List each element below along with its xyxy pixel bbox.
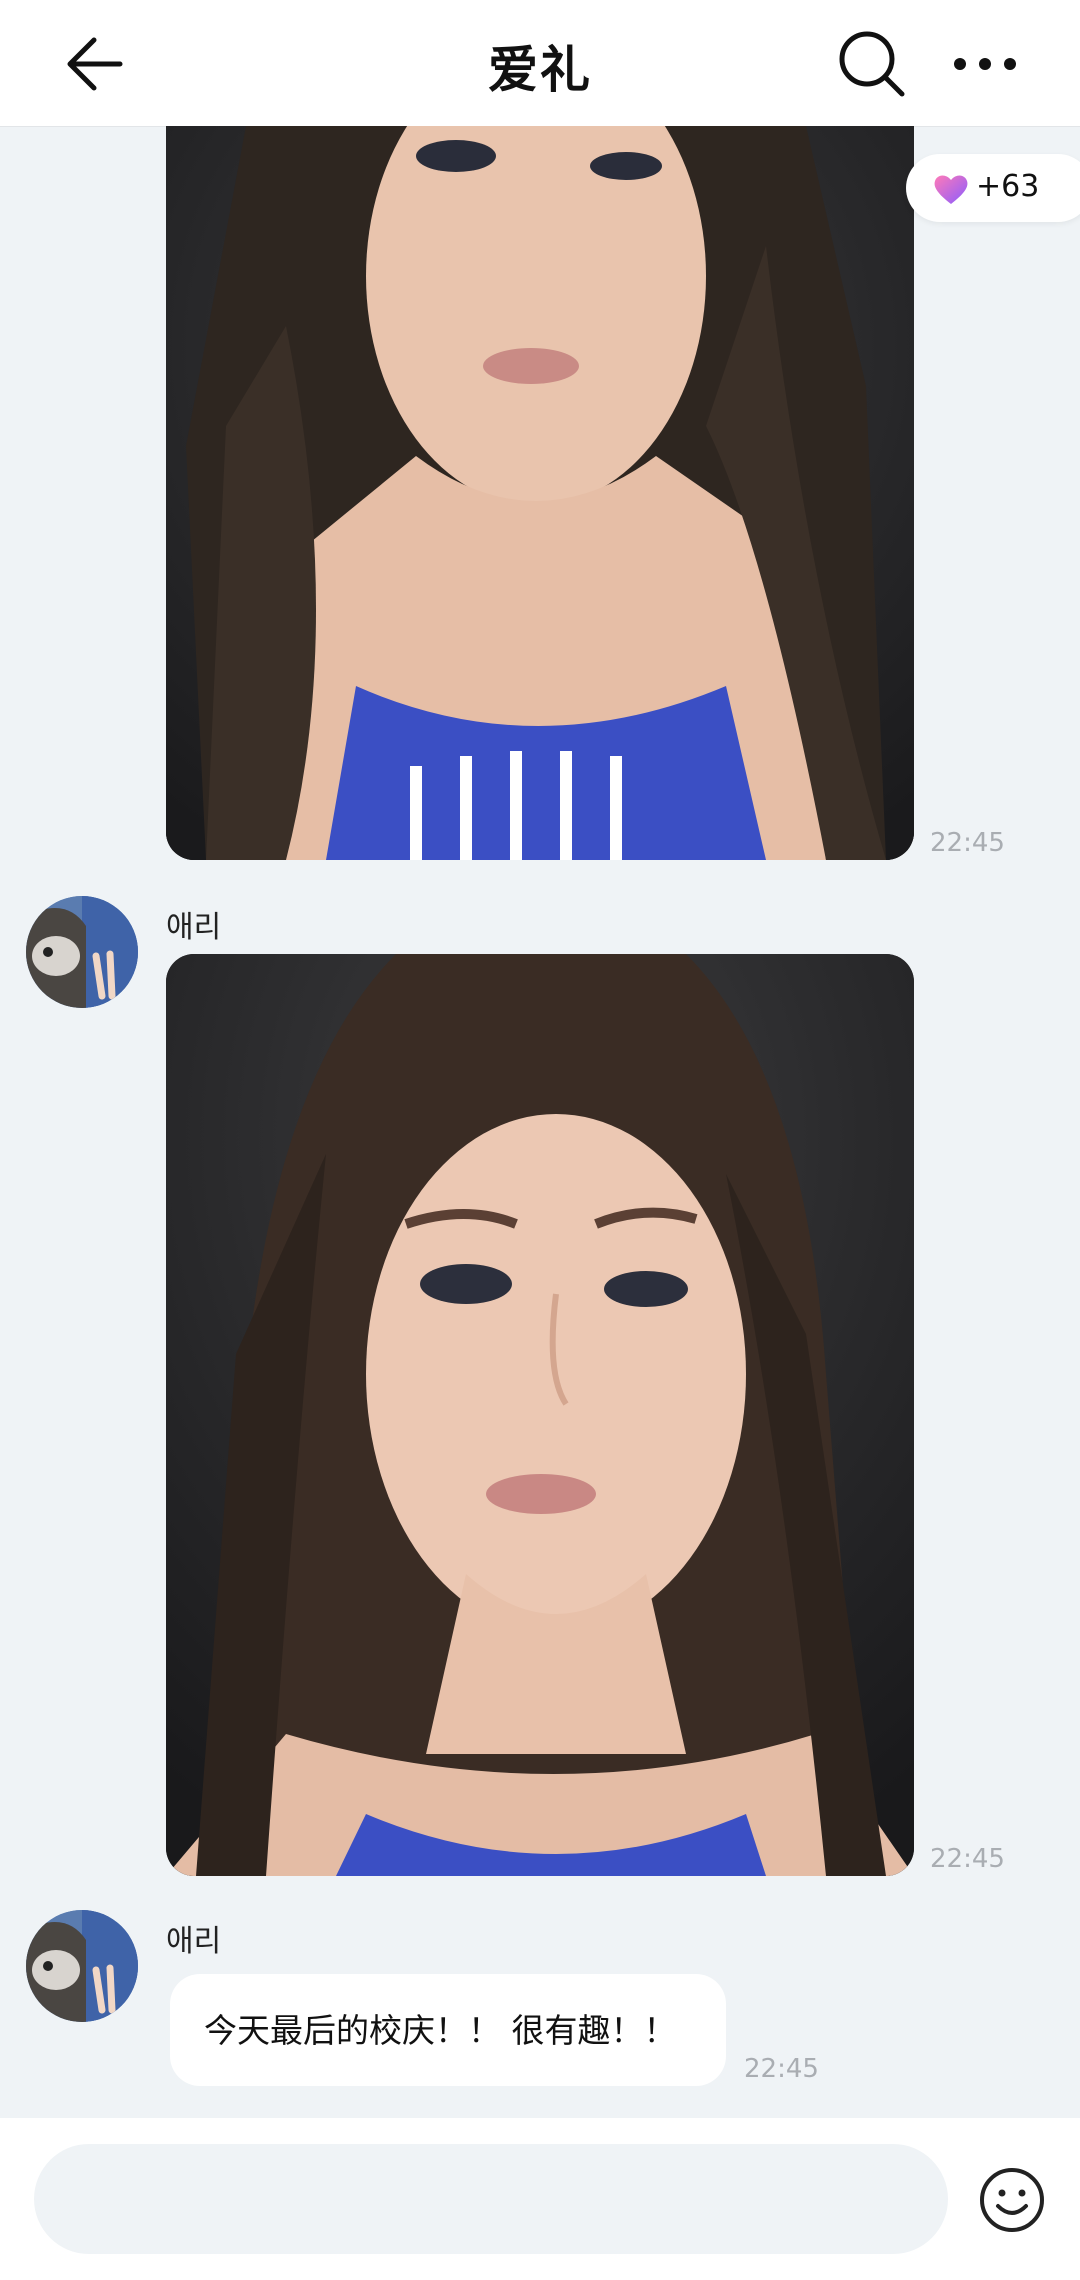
- message-photo-1[interactable]: [166, 126, 914, 860]
- avatar-image: [26, 1910, 138, 2022]
- selfie-image: [166, 954, 914, 1876]
- message-text: 今天最后的校庆！！ 很有趣！！: [204, 2011, 677, 2050]
- sender-name: 애리: [166, 910, 222, 945]
- like-badge[interactable]: +63: [906, 154, 1080, 222]
- heart-icon: [934, 175, 968, 204]
- chat-title: 爱礼: [488, 41, 592, 99]
- avatar[interactable]: [26, 1910, 138, 2022]
- emoji-button[interactable]: [978, 2166, 1046, 2234]
- timestamp: 22:45: [930, 828, 1005, 858]
- search-icon: [839, 31, 905, 97]
- more-icon: [954, 58, 1016, 70]
- like-count: +63: [976, 169, 1040, 204]
- sender-name: 애리: [166, 1924, 222, 1959]
- avatar-image: [26, 896, 138, 1008]
- selfie-image: [166, 126, 914, 860]
- message-bubble[interactable]: 今天最后的校庆！！ 很有趣！！: [170, 1974, 726, 2086]
- message-input[interactable]: [34, 2144, 948, 2254]
- more-button[interactable]: [950, 34, 1020, 94]
- smiley-icon: [980, 2168, 1044, 2232]
- message-photo-2[interactable]: [166, 954, 914, 1876]
- timestamp: 22:45: [930, 1844, 1005, 1874]
- top-bar: 爱礼: [0, 0, 1080, 127]
- timestamp: 22:45: [744, 2054, 819, 2084]
- avatar[interactable]: [26, 896, 138, 1008]
- message-input-bar: [0, 2118, 1080, 2280]
- search-button[interactable]: [836, 28, 908, 100]
